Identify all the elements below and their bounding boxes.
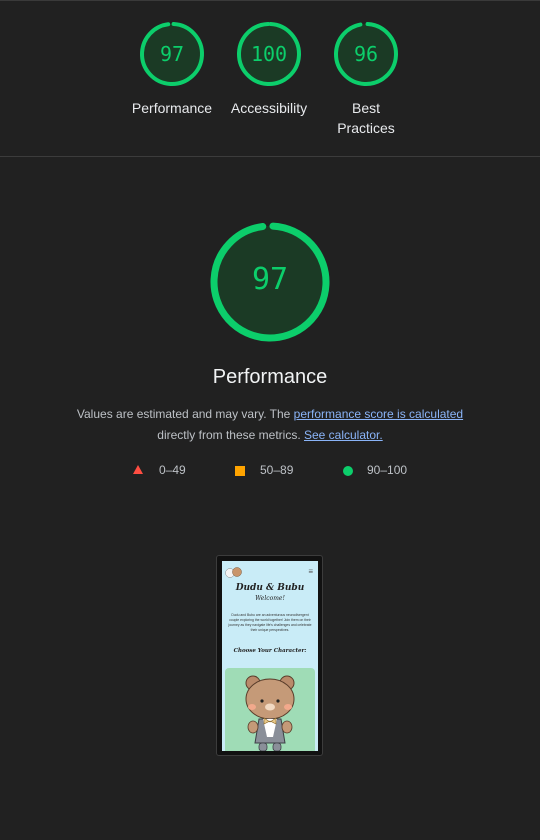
site-blurb: Dudu and Bubu are an adventurous neurodi… <box>228 613 312 632</box>
gauge-label: Performance <box>131 100 213 116</box>
gauge-label: Best Practices <box>337 100 395 136</box>
circle-icon <box>343 466 353 476</box>
gauge-score: 97 <box>159 42 185 66</box>
site-subtitle: Welcome! <box>255 595 285 602</box>
site-title: Dudu & Bubu <box>235 583 305 593</box>
triangle-icon <box>133 465 143 474</box>
character-card <box>225 668 315 751</box>
score-calculation-link[interactable]: performance score is calculated <box>294 407 463 421</box>
gauge-label: Accessibility <box>230 100 308 116</box>
score-summary: 97 Performance 100 Accessibility 96 Best… <box>0 0 540 157</box>
score-description: Values are estimated and may vary. The p… <box>60 404 480 446</box>
gauge-score: 96 <box>353 42 379 66</box>
score-legend: 0–49 50–89 90–100 <box>0 462 540 478</box>
legend-label: 90–100 <box>367 463 408 477</box>
final-screenshot-thumbnail[interactable]: ≡ Dudu & Bubu Welcome! Dudu and Bubu are… <box>216 555 323 756</box>
section-heading: Choose Your Character: <box>233 648 307 654</box>
see-calculator-link[interactable]: See calculator. <box>304 428 383 442</box>
gauge-score: 100 <box>250 42 288 66</box>
gauge-best-practices[interactable]: 96 Best Practices <box>316 21 416 138</box>
description-text-2: directly from these metrics. <box>157 428 304 442</box>
gauge-performance[interactable]: 97 Performance <box>122 21 222 118</box>
screenshot-screen: ≡ Dudu & Bubu Welcome! Dudu and Bubu are… <box>222 561 318 751</box>
performance-title: Performance <box>212 366 328 388</box>
bear-character-icon <box>245 675 295 751</box>
legend-label: 0–49 <box>159 463 186 477</box>
logo-icon <box>225 567 242 578</box>
performance-score: 97 <box>251 262 289 297</box>
legend-label: 50–89 <box>260 463 294 477</box>
description-text: Values are estimated and may vary. The <box>76 407 294 421</box>
square-icon <box>235 466 245 476</box>
hamburger-icon: ≡ <box>308 567 313 576</box>
gauge-accessibility[interactable]: 100 Accessibility <box>219 21 319 118</box>
performance-gauge: 97 <box>208 220 332 344</box>
